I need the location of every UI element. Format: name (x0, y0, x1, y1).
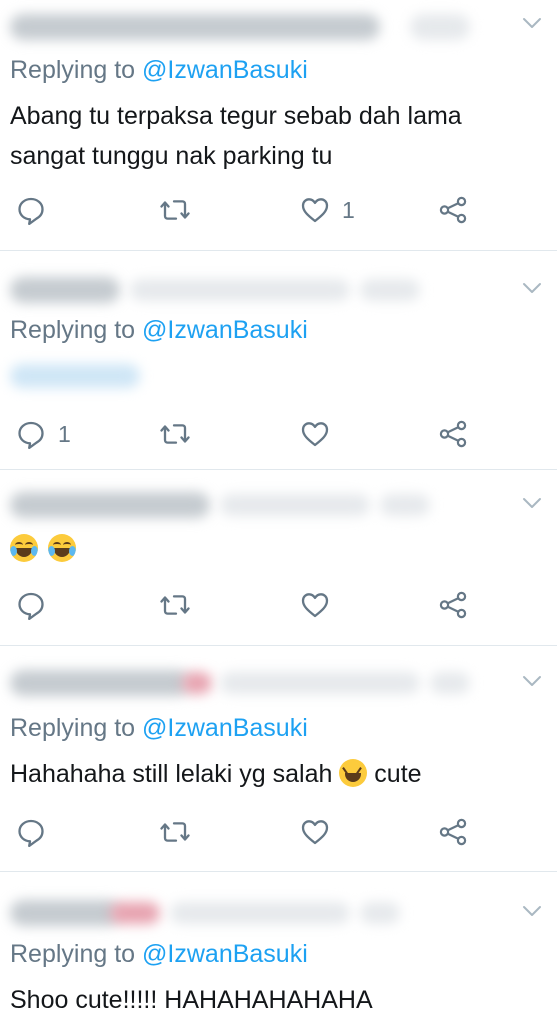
replying-to-line: Replying to @IzwanBasuki (10, 56, 308, 85)
author-header-blurred[interactable] (10, 488, 530, 522)
reply-handle-link[interactable]: @IzwanBasuki (142, 714, 308, 742)
chevron-down-icon[interactable] (521, 12, 543, 34)
heart-icon (300, 817, 330, 847)
retweet-button[interactable] (160, 414, 190, 454)
face-with-tears-of-joy-emoji (10, 534, 38, 562)
grinning-squinting-face-emoji (339, 759, 368, 787)
reply-button[interactable] (16, 585, 46, 625)
chevron-down-icon[interactable] (521, 492, 543, 514)
replying-to-line: Replying to @IzwanBasuki (10, 316, 308, 345)
tweet-actions (0, 585, 557, 625)
replying-prefix: Replying to (10, 56, 143, 84)
replying-prefix: Replying to (10, 940, 143, 968)
blurred-mention[interactable] (10, 364, 140, 388)
like-count: 1 (342, 196, 355, 223)
tweet-actions: 1 (0, 414, 557, 454)
reply-handle-link[interactable]: @IzwanBasuki (142, 56, 308, 84)
face-with-tears-of-joy-emoji (48, 534, 77, 562)
reply-button[interactable] (16, 190, 58, 230)
reply-button[interactable]: 1 (16, 414, 71, 454)
tweet-text: Hahahaha still lelaki yg salah cute (10, 754, 540, 794)
retweet-button[interactable] (160, 585, 190, 625)
share-icon (438, 817, 468, 847)
tweet-reply-3[interactable] (0, 470, 557, 646)
replying-to-line: Replying to @IzwanBasuki (10, 940, 308, 969)
replying-to-line: Replying to @IzwanBasuki (10, 714, 308, 743)
heart-icon (300, 419, 330, 449)
share-button[interactable] (438, 190, 468, 230)
tweet-text-before-emoji: Hahahaha still lelaki yg salah (10, 760, 340, 788)
tweet-text: Abang tu terpaksa tegur sebab dah lama s… (10, 102, 462, 170)
reply-handle-link[interactable]: @IzwanBasuki (142, 940, 308, 968)
tweet-actions (0, 812, 557, 852)
share-button[interactable] (438, 585, 468, 625)
author-header-blurred[interactable] (10, 10, 530, 44)
replying-prefix: Replying to (10, 714, 143, 742)
reply-icon (16, 590, 46, 620)
replying-prefix: Replying to (10, 316, 143, 344)
reply-icon (16, 195, 46, 225)
like-button[interactable] (300, 585, 330, 625)
author-header-blurred[interactable] (10, 896, 530, 930)
heart-icon (300, 195, 330, 225)
share-icon (438, 195, 468, 225)
retweet-button[interactable] (160, 812, 190, 852)
reply-handle-link[interactable]: @IzwanBasuki (142, 316, 308, 344)
retweet-icon (160, 590, 190, 620)
author-header-blurred[interactable] (10, 666, 530, 700)
tweet-actions: 1 (0, 190, 557, 230)
tweet-text: Shoo cute!!!!! HAHAHAHAHAHA (10, 986, 373, 1014)
chevron-down-icon[interactable] (521, 670, 543, 692)
tweet-reply-2[interactable]: Replying to @IzwanBasuki 1 (0, 251, 557, 470)
share-button[interactable] (438, 414, 468, 454)
retweet-icon (160, 817, 190, 847)
tweet-reply-5[interactable]: Replying to @IzwanBasuki Shoo cute!!!!! … (0, 872, 557, 1026)
heart-icon (300, 590, 330, 620)
author-header-blurred[interactable] (10, 273, 530, 307)
chevron-down-icon[interactable] (521, 900, 543, 922)
tweet-text-after-emoji: cute (367, 760, 422, 788)
like-button[interactable]: 1 (300, 190, 355, 230)
reply-count: 1 (58, 420, 71, 447)
share-icon (438, 590, 468, 620)
reply-icon (16, 419, 46, 449)
share-button[interactable] (438, 812, 468, 852)
tweet-reply-4[interactable]: Replying to @IzwanBasuki Hahahaha still … (0, 646, 557, 872)
tweet-reply-1[interactable]: Replying to @IzwanBasuki Abang tu terpak… (0, 0, 557, 251)
retweet-icon (160, 419, 190, 449)
retweet-icon (160, 195, 190, 225)
like-button[interactable] (300, 812, 330, 852)
laughing-emojis (10, 534, 77, 562)
retweet-button[interactable] (160, 190, 190, 230)
reply-button[interactable] (16, 812, 46, 852)
like-button[interactable] (300, 414, 342, 454)
reply-icon (16, 817, 46, 847)
share-icon (438, 419, 468, 449)
chevron-down-icon[interactable] (521, 277, 543, 299)
